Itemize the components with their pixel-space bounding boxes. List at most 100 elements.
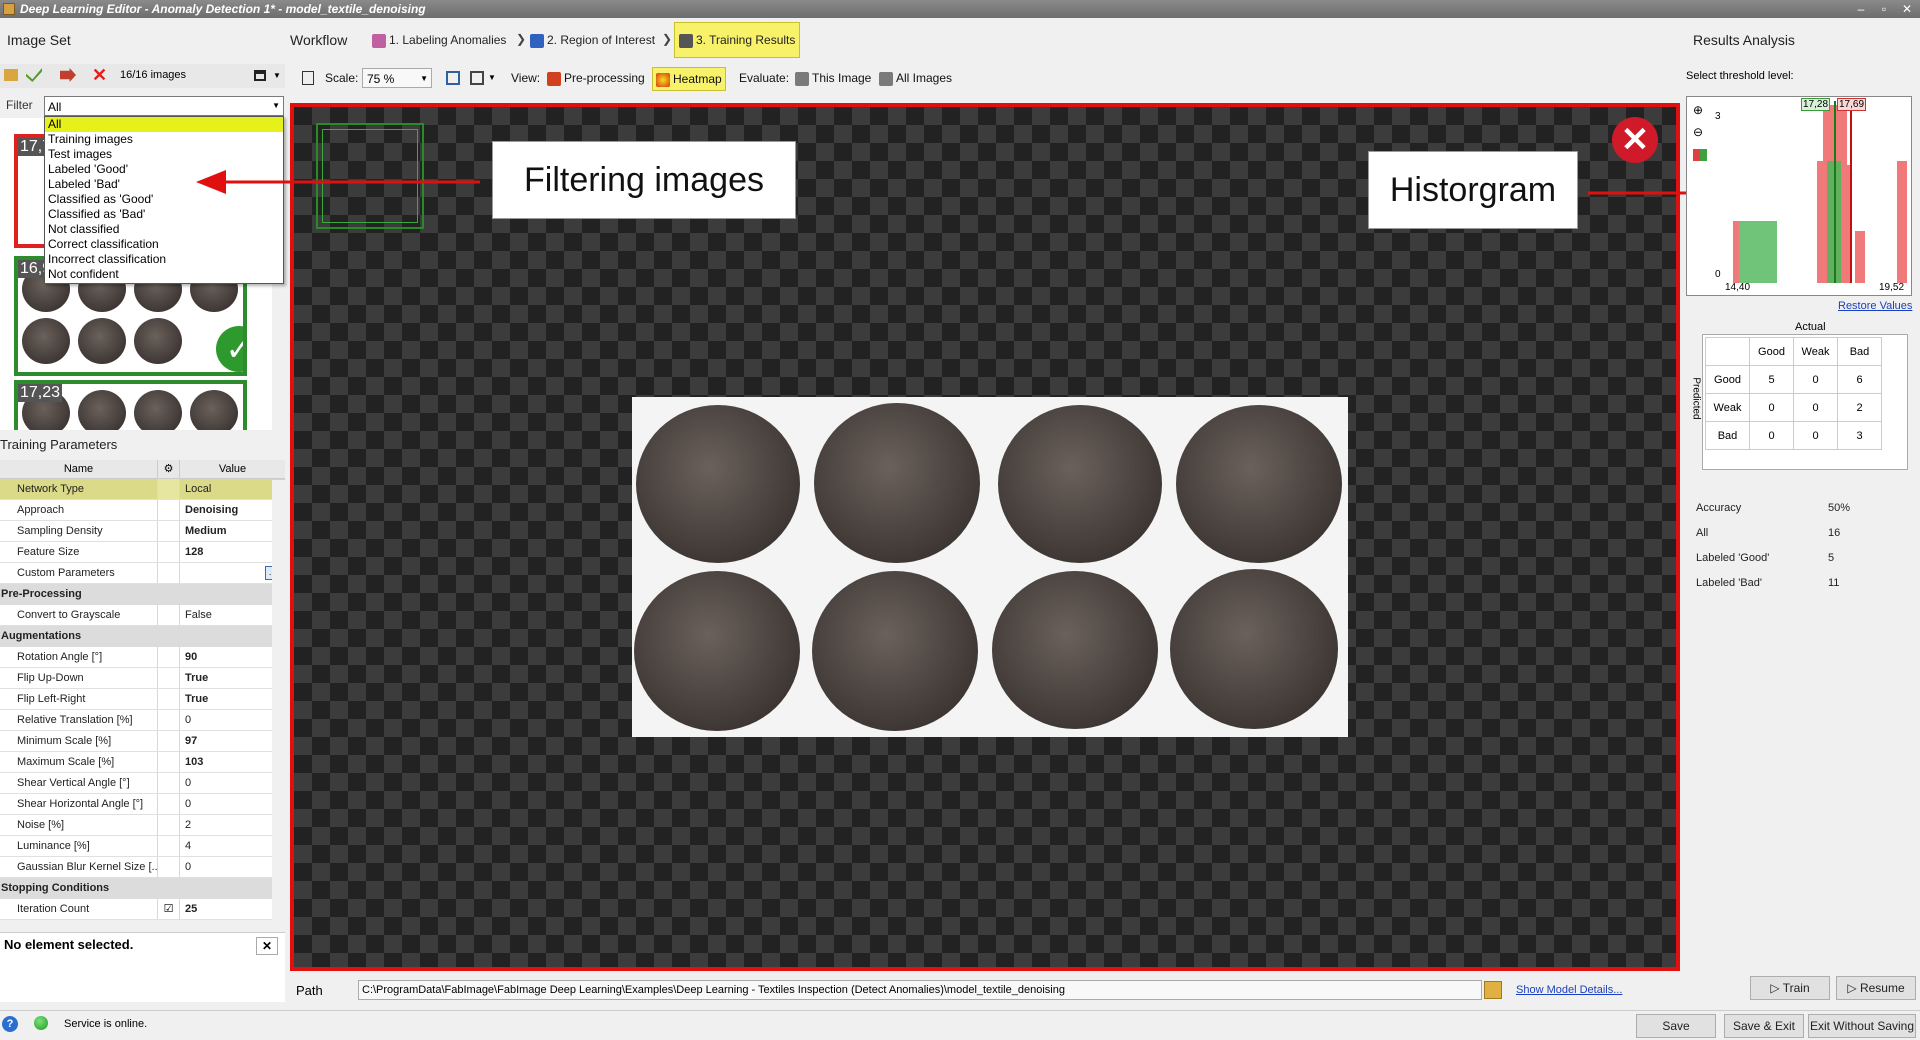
param-value[interactable]: Denoising [180,500,285,520]
param-row[interactable]: Relative Translation [%] 0 [0,710,285,731]
filter-select[interactable]: All ▼ [44,96,284,116]
param-value[interactable]: 128 [180,542,285,562]
param-value[interactable]: 97 [180,731,285,751]
param-value[interactable]: False [180,605,285,625]
filter-option[interactable]: Not classified [45,222,283,237]
param-value[interactable]: Local [180,479,285,499]
workflow-step-3[interactable]: 3. Training Results [674,22,801,58]
param-row[interactable]: Rotation Angle [°] 90 [0,647,285,668]
param-row[interactable]: Network Type Local [0,479,285,500]
legend-icon[interactable] [1693,149,1707,161]
hist-ymin: 0 [1715,269,1721,280]
param-row[interactable]: Noise [%] 2 [0,815,285,836]
param-value[interactable]: 103 [180,752,285,772]
filter-option[interactable]: Not confident [45,267,283,282]
workflow-step-3-label: 3. Training Results [696,33,796,47]
hist-bar-bad [1733,221,1739,283]
path-field[interactable]: C:\ProgramData\FabImage\FabImage Deep Le… [358,980,1482,1000]
param-value[interactable]: 4 [180,836,285,856]
gear-icon[interactable]: ⚙ [158,460,180,478]
save-exit-button[interactable]: Save & Exit [1724,1014,1804,1038]
open-folder-icon[interactable] [4,69,18,81]
param-name: Sampling Density [0,521,158,541]
chevron-down-icon[interactable]: ▼ [488,73,496,82]
filter-option[interactable]: All [45,117,283,132]
train-button[interactable]: ▷ Train [1750,976,1830,1000]
params-scrollbar[interactable] [272,480,285,930]
param-value[interactable]: 2 [180,815,285,835]
show-model-details-link[interactable]: Show Model Details... [1516,984,1622,996]
evaluate-this-image-button[interactable]: This Image [792,67,874,89]
exit-without-saving-button[interactable]: Exit Without Saving [1808,1014,1916,1038]
training-params-title: Training Parameters [0,437,118,452]
filter-option[interactable]: Incorrect classification [45,252,283,267]
param-value[interactable]: 0 [180,794,285,814]
param-flag [158,521,180,541]
param-row[interactable]: Iteration Count ☑ 25 [0,899,285,920]
param-value[interactable]: True [180,668,285,688]
param-value[interactable]: 90 [180,647,285,667]
restore-values-link[interactable]: Restore Values [1838,300,1912,312]
help-icon[interactable]: ? [2,1016,18,1032]
close-window-button[interactable]: ✕ [1896,0,1918,18]
thumbnail-3[interactable]: 17,23 [14,380,247,430]
filter-dropdown-list[interactable]: All Training images Test images Labeled 'Go… [44,116,284,284]
filter-option[interactable]: Classified as 'Bad' [45,207,283,222]
param-row[interactable]: Maximum Scale [%] 103 [0,752,285,773]
zoom-actual-icon[interactable] [470,71,484,85]
param-row[interactable]: Shear Horizontal Angle [°] 0 [0,794,285,815]
param-category[interactable]: Pre-Processing [0,584,285,605]
param-row[interactable]: Shear Vertical Angle [°] 0 [0,773,285,794]
param-value[interactable]: 0 [180,857,285,877]
param-row[interactable]: Flip Left-Right True [0,689,285,710]
resume-button[interactable]: ▷ Resume [1836,976,1916,1000]
delete-icon[interactable]: ✕ [92,66,107,84]
training-params-grid[interactable]: Name ⚙ Value Network Type Local Approach De… [0,460,285,931]
export-icon[interactable] [60,68,76,82]
param-row[interactable]: Minimum Scale [%] 97 [0,731,285,752]
param-row[interactable]: Sampling Density Medium [0,521,285,542]
param-value[interactable]: Medium [180,521,285,541]
save-button[interactable]: Save [1636,1014,1716,1038]
param-row[interactable]: Convert to Grayscale False [0,605,285,626]
workflow-step-2[interactable]: 2. Region of Interest [530,22,655,58]
param-row[interactable]: Feature Size 128 [0,542,285,563]
param-category[interactable]: Stopping Conditions [0,878,285,899]
heatmap-button[interactable]: Heatmap [652,67,726,91]
add-image-icon[interactable] [26,68,42,82]
preprocessing-button[interactable]: Pre-processing [544,67,648,89]
param-value[interactable]: True [180,689,285,709]
param-row[interactable]: Flip Up-Down True [0,668,285,689]
filter-option[interactable]: Training images [45,132,283,147]
zoom-out-icon[interactable]: ⊖ [1693,125,1703,139]
zoom-fit-icon[interactable] [446,71,460,85]
browse-folder-icon[interactable] [1484,981,1502,999]
cell: 6 [1837,365,1882,394]
col-weak: Weak [1793,337,1838,366]
workflow-step-1[interactable]: 1. Labeling Anomalies [372,22,506,58]
document-icon[interactable] [302,71,314,85]
param-name: Network Type [0,479,158,499]
histogram-chart[interactable] [1725,101,1909,283]
evaluate-all-images-button[interactable]: All Images [876,67,955,89]
view-mode-icon[interactable] [254,70,266,81]
param-row[interactable]: Approach Denoising [0,500,285,521]
minimize-button[interactable]: – [1850,0,1872,18]
image-canvas[interactable]: ✕ Filtering images Historgram [290,103,1680,971]
zoom-in-icon[interactable]: ⊕ [1693,103,1703,117]
chevron-down-icon[interactable]: ▼ [273,71,281,80]
param-value[interactable]: 25 [180,899,285,919]
histogram-panel[interactable]: ⊕ ⊖ 3 0 14,40 19,52 17,28 17,69 [1686,96,1912,296]
param-category[interactable]: Augmentations [0,626,285,647]
param-value[interactable]: … [180,563,285,583]
close-icon[interactable]: ✕ [256,937,278,955]
param-row[interactable]: Luminance [%] 4 [0,836,285,857]
param-row[interactable]: Custom Parameters… [0,563,285,584]
param-value[interactable]: 0 [180,773,285,793]
filter-option[interactable]: Correct classification [45,237,283,252]
param-row[interactable]: Gaussian Blur Kernel Size [... 0 [0,857,285,878]
param-value[interactable]: 0 [180,710,285,730]
close-icon[interactable]: ✕ [1612,117,1658,163]
maximize-button[interactable]: ▫ [1873,0,1895,18]
scale-select[interactable]: 75 % ▼ [362,68,432,88]
